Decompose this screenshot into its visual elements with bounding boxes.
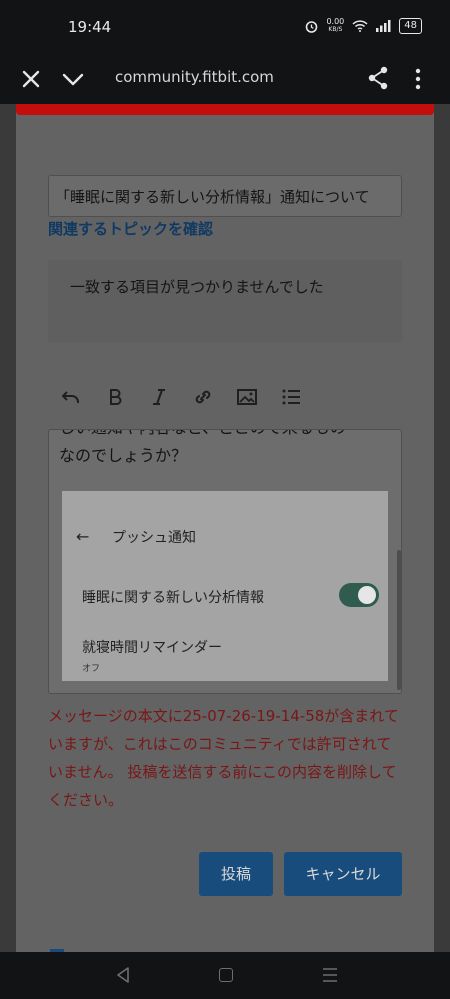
network-speed-unit: KB/S bbox=[328, 26, 343, 33]
network-speed-value: 0.00 bbox=[326, 17, 345, 26]
editor-text-line-partial: しい通知や内容など、どこので来るもの bbox=[59, 430, 389, 442]
embedded-item-sleep-insights: 睡眠に関する新しい分析情報 bbox=[82, 590, 264, 606]
signal-icon bbox=[376, 20, 391, 32]
share-icon[interactable] bbox=[366, 64, 390, 92]
chevron-down-icon[interactable] bbox=[60, 66, 86, 92]
wifi-icon bbox=[352, 20, 368, 32]
message-editor[interactable]: しい通知や内容など、どこので来るもの なのでしょうか？ ← プッシュ通知 睡眠に… bbox=[48, 429, 402, 694]
embedded-screenshot: ← プッシュ通知 睡眠に関する新しい分析情報 就寝時間リマインダー オフ bbox=[62, 491, 388, 681]
status-icons: 0.00 KB/S 48 bbox=[305, 18, 422, 34]
bold-icon[interactable] bbox=[104, 386, 126, 408]
embedded-item-bedtime-status: オフ bbox=[82, 664, 101, 674]
editor-toolbar bbox=[60, 386, 310, 408]
list-icon[interactable] bbox=[280, 386, 302, 408]
network-speed: 0.00 KB/S bbox=[326, 18, 344, 34]
undo-icon[interactable] bbox=[60, 386, 82, 408]
recent-apps-icon[interactable] bbox=[322, 968, 338, 982]
related-topics-empty: 一致する項目が見つかりませんでした bbox=[70, 278, 324, 296]
editor-text-line: なのでしょうか？ bbox=[59, 446, 188, 465]
italic-icon[interactable] bbox=[148, 386, 170, 408]
editor-text: しい通知や内容など、どこので来るもの なのでしょうか？ bbox=[59, 430, 389, 470]
embedded-item-bedtime-reminder: 就寝時間リマインダー bbox=[82, 640, 222, 656]
url-text[interactable]: community.fitbit.com bbox=[115, 68, 274, 86]
browser-toolbar: community.fitbit.com bbox=[0, 56, 450, 104]
home-icon[interactable] bbox=[219, 968, 233, 982]
close-icon[interactable] bbox=[18, 66, 44, 92]
subject-input[interactable]: 「睡眠に関する新しい分析情報」通知について bbox=[48, 175, 402, 217]
alarm-icon bbox=[306, 20, 318, 33]
toggle-switch bbox=[339, 583, 379, 607]
page: 「睡眠に関する新しい分析情報」通知について 関連するトピックを確認 一致する項目… bbox=[0, 104, 450, 952]
back-icon[interactable] bbox=[114, 966, 132, 984]
back-arrow-icon: ← bbox=[76, 527, 90, 546]
alert-strip bbox=[16, 104, 434, 115]
link-icon[interactable] bbox=[192, 386, 214, 408]
image-icon[interactable] bbox=[236, 386, 258, 408]
status-bar: 19:44 0.00 KB/S 48 bbox=[0, 0, 450, 56]
more-vert-icon[interactable] bbox=[408, 66, 428, 92]
toggle-knob bbox=[358, 586, 376, 604]
related-topics-title: 関連するトピックを確認 bbox=[48, 220, 214, 238]
status-time: 19:44 bbox=[68, 18, 112, 36]
post-button[interactable]: 投稿 bbox=[199, 852, 273, 896]
related-topics-box: 一致する項目が見つかりませんでした bbox=[48, 260, 402, 342]
error-message: メッセージの本文に25-07-26-19-14-58が含まれていますが、これはこ… bbox=[48, 707, 399, 809]
cancel-button[interactable]: キャンセル bbox=[284, 852, 402, 896]
reply-form: 「睡眠に関する新しい分析情報」通知について 関連するトピックを確認 一致する項目… bbox=[16, 104, 434, 952]
system-nav-bar bbox=[0, 952, 450, 999]
embedded-title: プッシュ通知 bbox=[112, 530, 196, 546]
battery-icon: 48 bbox=[399, 18, 422, 34]
editor-scrollbar[interactable] bbox=[397, 550, 401, 690]
